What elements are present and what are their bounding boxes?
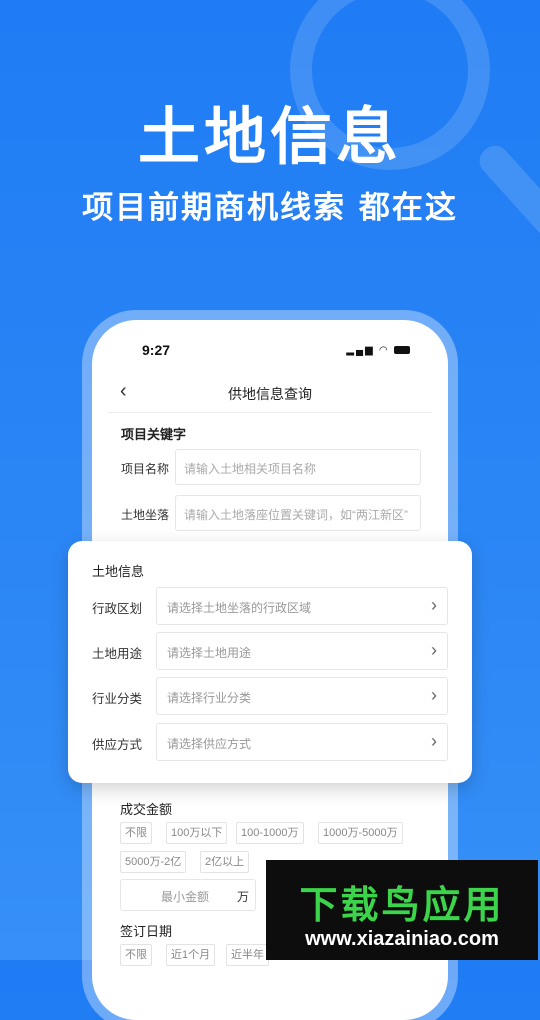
amount-unit: 万 (237, 890, 250, 904)
date-chip[interactable]: 不限 (120, 944, 152, 966)
watermark-url: www.xiazainiao.com (305, 928, 499, 950)
date-chip[interactable]: 近半年 (226, 944, 269, 966)
industry-select[interactable]: 请选择行业分类 › (156, 677, 448, 715)
supply-method-label: 供应方式 (92, 738, 143, 752)
project-name-input[interactable]: 请输入土地相关项目名称 (175, 449, 421, 485)
land-location-label: 土地坐落 (121, 508, 170, 522)
amount-section-title: 成交金额 (120, 802, 173, 817)
min-amount-input[interactable]: 最小金额 (120, 879, 256, 911)
supply-method-placeholder: 请选择供应方式 (167, 737, 252, 751)
date-section-title: 签订日期 (120, 924, 173, 939)
wifi-icon: ◠ (379, 345, 390, 356)
divider (108, 412, 432, 413)
land-location-input[interactable]: 请输入土地落座位置关键词，如“两江新区” (175, 495, 421, 531)
industry-placeholder: 请选择行业分类 (167, 691, 252, 705)
land-use-placeholder: 请选择土地用途 (167, 646, 252, 660)
amount-chip[interactable]: 100-1000万 (236, 822, 304, 844)
amount-chip[interactable]: 2亿以上 (200, 851, 250, 873)
amount-chip[interactable]: 不限 (120, 822, 152, 844)
chevron-right-icon: › (431, 685, 437, 705)
watermark-logo: 下载鸟应用 www.xiazainiao.com (266, 860, 538, 960)
amount-chip[interactable]: 1000万-5000万 (318, 822, 403, 844)
district-label: 行政区划 (92, 602, 143, 616)
project-name-label: 项目名称 (121, 462, 170, 476)
industry-label: 行业分类 (92, 692, 143, 706)
battery-icon (394, 346, 410, 355)
land-info-card: 土地信息 行政区划 请选择土地坐落的行政区域 › 土地用途 请选择土地用途 › … (68, 541, 472, 783)
watermark-title: 下载鸟应用 (299, 883, 505, 927)
status-bar: 9:27 ▂▄▆ ◠ (142, 342, 410, 362)
chevron-right-icon: › (431, 731, 437, 751)
supply-method-select[interactable]: 请选择供应方式 › (156, 723, 448, 761)
land-use-label: 土地用途 (92, 647, 143, 661)
amount-chip[interactable]: 100万以下 (166, 822, 228, 844)
land-use-select[interactable]: 请选择土地用途 › (156, 632, 448, 670)
status-time: 9:27 (142, 342, 171, 358)
keyword-section-title: 项目关键字 (121, 427, 187, 442)
card-title: 土地信息 (92, 564, 145, 579)
date-chip[interactable]: 近1个月 (166, 944, 216, 966)
nav-bar: ‹ 供地信息查询 (108, 378, 432, 408)
amount-chip[interactable]: 5000万-2亿 (120, 851, 187, 873)
hero-title: 土地信息 (137, 100, 402, 173)
signal-icon: ▂▄▆ (346, 345, 375, 356)
chevron-right-icon: › (431, 595, 437, 615)
district-select[interactable]: 请选择土地坐落的行政区域 › (156, 587, 448, 625)
hero-subtitle: 项目前期商机线索 都在这 (82, 190, 458, 226)
chevron-right-icon: › (431, 640, 437, 660)
district-placeholder: 请选择土地坐落的行政区域 (167, 601, 312, 615)
page-title: 供地信息查询 (228, 386, 312, 402)
status-icons: ▂▄▆ ◠ (346, 345, 410, 356)
